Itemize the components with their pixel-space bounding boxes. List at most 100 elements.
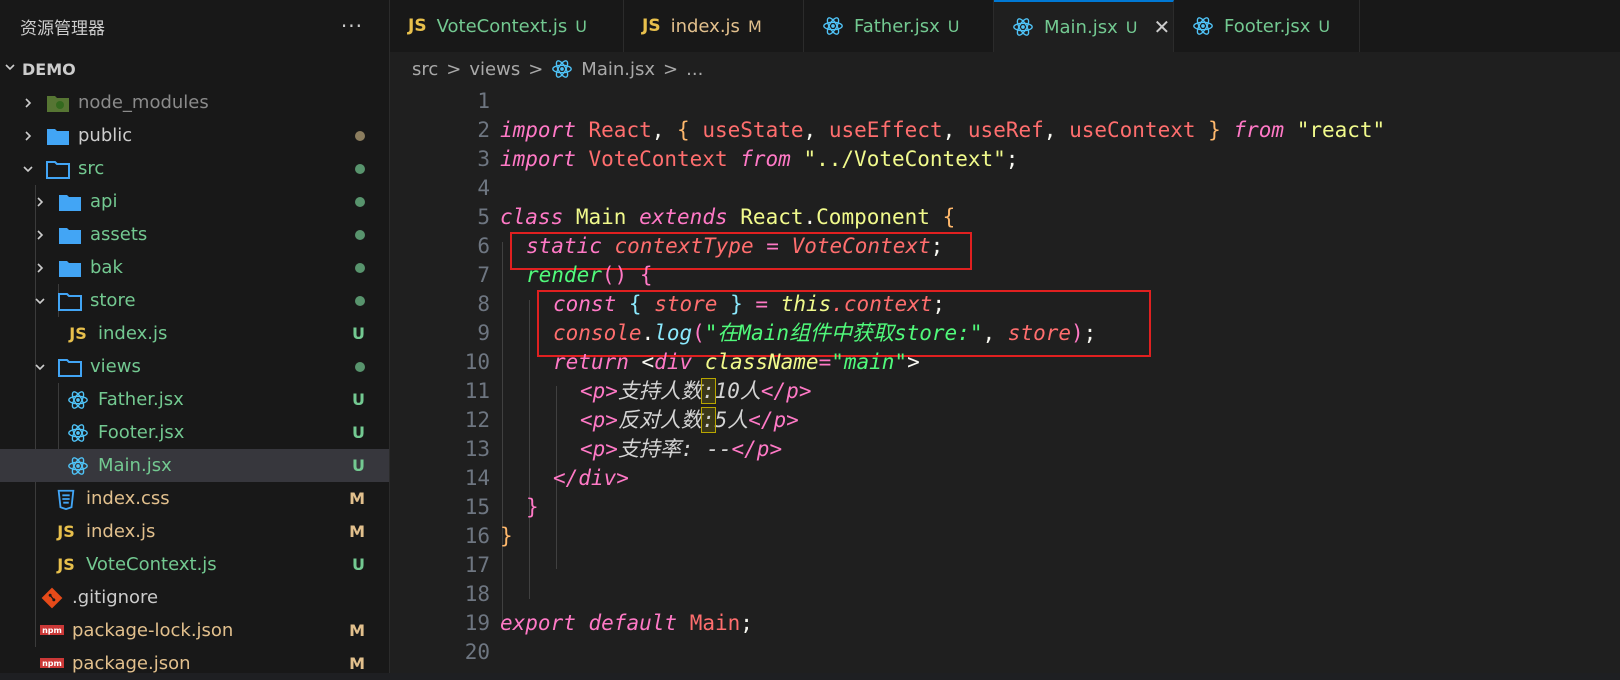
identifier-token: useRef: [967, 118, 1044, 142]
status-dot: [355, 350, 365, 383]
tag-token: <p>: [580, 437, 618, 461]
chevron-down-icon: [20, 161, 36, 177]
code-line: 3 import VoteContext from "../VoteContext…: [390, 144, 1620, 174]
identifier-token: useState: [702, 118, 804, 142]
workspace-root-label: DEMO: [22, 59, 76, 79]
keyword-token: export: [500, 611, 576, 635]
identifier-token: useContext: [1069, 118, 1196, 142]
line-number: 9: [477, 321, 490, 345]
tree-item-store-index-js[interactable]: JS index.js U: [0, 317, 389, 350]
tab-footer-jsx[interactable]: Footer.jsx U: [1174, 0, 1360, 52]
identifier-token: contextType: [614, 234, 754, 258]
jsx-text-token: 反对人数: [617, 408, 702, 432]
tree-item-label: api: [90, 191, 118, 212]
jsx-text-token: 支持人数: [617, 379, 702, 403]
tree-item-father-jsx[interactable]: Father.jsx U: [0, 383, 389, 416]
tree-item-public[interactable]: public: [0, 119, 389, 152]
line-number: 5: [477, 205, 490, 229]
tree-item-bak[interactable]: bak: [0, 251, 389, 284]
brace-token: }: [730, 292, 743, 316]
tree-item-label: index.js: [86, 521, 156, 542]
folder-icon: [58, 224, 82, 246]
line-number: 15: [464, 495, 490, 519]
class-name-token: Component: [816, 205, 930, 229]
code-line: 20: [390, 637, 1620, 667]
react-icon: [1192, 15, 1214, 37]
tree-item-main-jsx[interactable]: Main.jsx U: [0, 449, 389, 482]
breadcrumb-views[interactable]: views: [469, 59, 520, 80]
editor-tabs: JS VoteContext.js U JS index.js M Father…: [390, 0, 1620, 52]
tab-label: Main.jsx: [1044, 16, 1118, 38]
code-editor[interactable]: 1 2 import React, { useState, useEffect, …: [390, 86, 1620, 673]
tree-item-assets[interactable]: assets: [0, 218, 389, 251]
punctuation-token: ): [1071, 321, 1084, 345]
punctuation-token: ;: [930, 234, 944, 258]
attribute-token: className: [704, 350, 819, 374]
identifier-token: store: [654, 292, 718, 316]
tree-item-label: node_modules: [78, 92, 209, 113]
string-token: "../VoteContext": [803, 147, 1006, 171]
line-number: 8: [477, 292, 490, 316]
tree-item-src[interactable]: src: [0, 152, 389, 185]
tree-item-label: index.js: [98, 323, 168, 344]
folder-open-icon: [46, 158, 70, 180]
tree-item-label: views: [90, 356, 141, 377]
tree-item-index-js[interactable]: JS index.js M: [0, 515, 389, 548]
string-token: "react": [1296, 118, 1386, 142]
more-actions-icon[interactable]: ···: [341, 14, 363, 38]
brace-token: {: [677, 118, 690, 142]
tab-main-jsx[interactable]: Main.jsx U ✕: [994, 0, 1174, 52]
tree-item-package-json[interactable]: npm package.json M: [0, 647, 389, 680]
tab-label: VoteContext.js: [436, 15, 568, 37]
tree-item-store[interactable]: store: [0, 284, 389, 317]
tree-item-package-lock-json[interactable]: npm package-lock.json M: [0, 614, 389, 647]
tree-item-votecontext-js[interactable]: JS VoteContext.js U: [0, 548, 389, 581]
tree-item-node-modules[interactable]: node_modules: [0, 86, 389, 119]
close-icon[interactable]: ✕: [1153, 15, 1170, 39]
tree-item-gitignore[interactable]: .gitignore: [0, 581, 389, 614]
identifier-token: React: [588, 118, 652, 142]
keyword-token: extends: [639, 205, 728, 229]
status-dot: [355, 185, 365, 218]
tree-item-footer-jsx[interactable]: Footer.jsx U: [0, 416, 389, 449]
chevron-down-icon: [32, 293, 48, 309]
tab-index-js[interactable]: JS index.js M: [624, 0, 804, 52]
keyword-token: import: [500, 118, 576, 142]
js-icon: JS: [69, 324, 87, 343]
tree-item-label: Footer.jsx: [98, 422, 185, 443]
punctuation-token: (): [601, 263, 628, 287]
tree-item-label: Main.jsx: [98, 455, 172, 476]
function-token: log: [654, 321, 693, 345]
react-icon: [822, 15, 844, 37]
class-name-token: Main: [575, 205, 627, 229]
breadcrumb-more[interactable]: ...: [686, 59, 703, 80]
identifier-token: VoteContext: [588, 147, 728, 171]
explorer-header: 资源管理器 ···: [0, 0, 389, 52]
breadcrumb-file[interactable]: Main.jsx: [581, 59, 655, 80]
file-tree: node_modules public src api assets bak s…: [0, 86, 389, 680]
jsx-text-token: 5人: [714, 408, 749, 432]
breadcrumb: src > views > Main.jsx > ...: [390, 52, 1620, 86]
status-dot: [355, 218, 365, 251]
breadcrumb-src[interactable]: src: [412, 59, 438, 80]
tree-item-api[interactable]: api: [0, 185, 389, 218]
workspace-root[interactable]: DEMO: [0, 52, 389, 86]
punctuation-token: (: [692, 321, 705, 345]
line-number: 12: [464, 408, 490, 432]
punctuation-token: ;: [740, 611, 753, 635]
code-line: 7 render() {: [390, 260, 1620, 290]
explorer-sidebar: 资源管理器 ··· DEMO node_modules public src a…: [0, 0, 390, 674]
css-icon: [54, 488, 78, 510]
line-number: 4: [477, 176, 490, 200]
git-status-badge: U: [352, 390, 365, 409]
tab-father-jsx[interactable]: Father.jsx U: [804, 0, 994, 52]
keyword-token: from: [1233, 118, 1285, 142]
tree-item-views[interactable]: views: [0, 350, 389, 383]
git-status-badge: U: [352, 423, 365, 442]
tab-votecontext-js[interactable]: JS VoteContext.js U: [390, 0, 624, 52]
tag-token: </div>: [553, 466, 629, 490]
react-icon: [1012, 16, 1034, 38]
brace-token: }: [526, 495, 539, 519]
chevron-right-icon: [20, 95, 36, 111]
tree-item-index-css[interactable]: index.css M: [0, 482, 389, 515]
